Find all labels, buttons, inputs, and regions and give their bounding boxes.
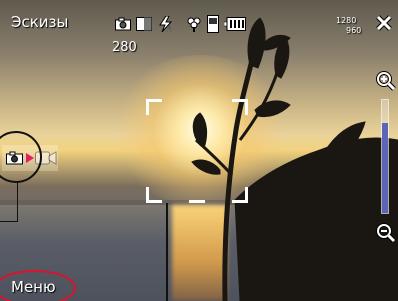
focus-corner <box>146 99 162 115</box>
battery-icon <box>224 17 246 31</box>
macro-icon[interactable] <box>186 16 202 32</box>
resolution-width: 1280 <box>336 16 357 25</box>
resolution-badge[interactable]: 1280 960 <box>336 16 366 36</box>
page-title: Эскизы <box>11 13 69 31</box>
callout-line-center <box>166 203 168 301</box>
zoom-out-icon[interactable] <box>376 223 396 243</box>
flash-auto-icon[interactable]: A <box>157 16 175 32</box>
zoom-slider[interactable] <box>381 99 389 214</box>
close-button[interactable] <box>375 15 393 33</box>
status-icon-bar: A <box>115 14 246 34</box>
focus-corner <box>232 99 248 115</box>
camera-icon[interactable] <box>115 17 131 31</box>
focus-frame <box>146 99 248 203</box>
camera-viewfinder[interactable]: Эскизы A 280 1280 960 Меню <box>0 0 398 301</box>
focus-corner <box>232 187 248 203</box>
zoom-level-fill <box>382 122 388 213</box>
white-balance-icon[interactable] <box>136 17 152 31</box>
menu-softkey[interactable]: Меню <box>11 278 56 296</box>
shots-remaining: 280 <box>112 40 137 55</box>
focus-corner <box>146 187 162 203</box>
zoom-in-icon[interactable] <box>376 71 396 91</box>
focus-center-mark <box>189 200 205 203</box>
close-icon <box>376 15 392 31</box>
resolution-height: 960 <box>346 26 362 35</box>
storage-icon <box>207 15 219 33</box>
svg-text:A: A <box>167 25 172 32</box>
callout-line-left <box>0 182 18 222</box>
